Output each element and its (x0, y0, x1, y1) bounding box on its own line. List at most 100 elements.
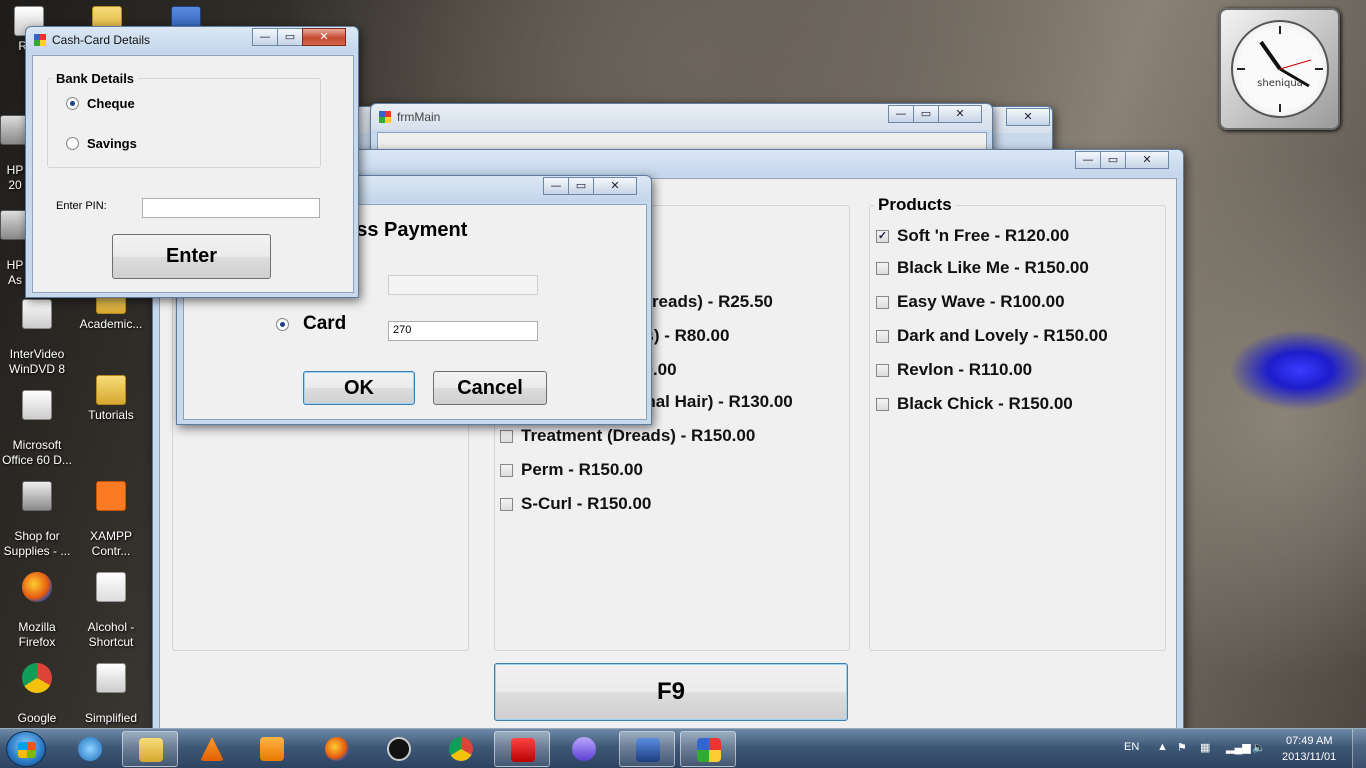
checkbox[interactable] (500, 497, 513, 511)
close-button[interactable]: ✕ (1006, 108, 1050, 126)
volume-icon[interactable]: 🔈 (1252, 741, 1266, 754)
desktop-icon-shop-supplies[interactable]: Shop for Supplies - ... (0, 466, 74, 559)
taskbar-visual-studio[interactable] (556, 731, 612, 767)
clock-hands-icon (1237, 26, 1323, 112)
minimize-button[interactable]: — (252, 28, 278, 46)
service-label: (Dreads) - R25.50 (634, 292, 773, 311)
taskbar-chrome[interactable] (433, 731, 489, 767)
word-doc-icon (96, 663, 126, 693)
cash-amount-field[interactable] (388, 275, 538, 295)
product-label: Soft 'n Free - R120.00 (897, 226, 1070, 245)
language-indicator[interactable]: EN (1124, 741, 1139, 753)
taskbar-vlc[interactable] (184, 731, 240, 767)
service-item-s-curl[interactable]: S-Curl - R150.00 (500, 494, 651, 514)
close-button[interactable]: ✕ (302, 28, 346, 46)
app-icon (697, 738, 721, 762)
desktop-icon-tutorials[interactable]: Tutorials (74, 375, 148, 423)
show-hidden-icons-button[interactable]: ▲ (1157, 741, 1168, 753)
service-label: rmal Hair) - R130.00 (634, 392, 793, 411)
minimize-button[interactable]: — (888, 105, 914, 123)
f9-button[interactable]: F9 (494, 663, 848, 721)
product-item-easy-wave[interactable]: Easy Wave - R100.00 (876, 292, 1065, 312)
radio-button[interactable] (66, 137, 79, 150)
checkbox-checked[interactable]: ✓ (876, 229, 889, 243)
show-desktop-button[interactable] (1352, 729, 1366, 768)
desktop-icon-label: Shop for Supplies - ... (3, 529, 71, 558)
savings-radio-option[interactable]: Savings (66, 136, 137, 151)
pin-input[interactable] (142, 198, 320, 218)
product-item-soft-n-free[interactable]: ✓ Soft 'n Free - R120.00 (876, 226, 1069, 246)
maximize-button[interactable]: ▭ (277, 28, 303, 46)
clock-time[interactable]: 07:49 AM (1286, 735, 1332, 747)
internet-explorer-icon (78, 737, 102, 761)
product-label: Easy Wave - R100.00 (897, 292, 1065, 311)
desktop-icon-alcohol[interactable]: Alcohol - Shortcut (74, 557, 148, 650)
taskbar-media-player[interactable] (244, 731, 300, 767)
radio-button-selected[interactable] (276, 317, 289, 331)
product-item-black-chick[interactable]: Black Chick - R150.00 (876, 394, 1073, 414)
taskbar-firefox[interactable] (309, 731, 365, 767)
cheque-radio-option[interactable]: Cheque (66, 96, 135, 111)
checkbox[interactable] (876, 261, 889, 275)
vlc-icon (200, 737, 224, 761)
folder-icon (96, 375, 126, 405)
product-item-black-like-me[interactable]: Black Like Me - R150.00 (876, 258, 1089, 278)
taskbar-hp[interactable] (371, 731, 427, 767)
signal-icon[interactable]: ▂▄▆ (1226, 741, 1251, 754)
taskbar-explorer[interactable] (122, 731, 178, 767)
card-radio-option[interactable]: Card (276, 313, 346, 335)
maximize-button[interactable]: ▭ (568, 177, 594, 195)
taskbar-ie[interactable] (62, 731, 118, 767)
products-title: Products (874, 195, 956, 215)
xampp-icon (96, 481, 126, 511)
close-button[interactable]: ✕ (938, 105, 982, 123)
desktop-icon-xampp[interactable]: XAMPP Contr... (74, 466, 148, 559)
service-item[interactable]: rmal Hair) - R130.00 (634, 392, 793, 412)
office-icon (22, 390, 52, 420)
desktop-icon-firefox[interactable]: Mozilla Firefox (0, 557, 74, 650)
close-button[interactable]: ✕ (1125, 151, 1169, 169)
desktop-icon-office[interactable]: Microsoft Office 60 D... (0, 375, 74, 468)
desktop-icon-label: InterVideo WinDVD 8 (8, 347, 65, 376)
service-item-treatment-dreads[interactable]: Treatment (Dreads) - R150.00 (500, 426, 755, 446)
cash-card-details-dialog[interactable]: Cash-Card Details — ▭ ✕ Bank Details Che… (25, 26, 359, 298)
maximize-button[interactable]: ▭ (913, 105, 939, 123)
checkbox[interactable] (876, 363, 889, 377)
network-icon[interactable]: ▦ (1200, 741, 1210, 754)
checkbox[interactable] (876, 397, 889, 411)
cash-card-client: Bank Details Cheque Savings Enter PIN: E… (32, 55, 354, 293)
product-item-revlon[interactable]: Revlon - R110.00 (876, 360, 1032, 380)
clock-gadget[interactable]: sheniqua (1219, 8, 1340, 130)
maximize-button[interactable]: ▭ (1100, 151, 1126, 169)
desktop-icon-label: HP 20 (6, 163, 24, 192)
folder-icon (139, 738, 163, 762)
taskbar-acrobat[interactable] (494, 731, 550, 767)
checkbox[interactable] (500, 463, 513, 477)
flag-icon[interactable]: ⚑ (1177, 741, 1187, 754)
product-item-dark-and-lovely[interactable]: Dark and Lovely - R150.00 (876, 326, 1108, 346)
clock-date[interactable]: 2013/11/01 (1282, 751, 1336, 763)
taskbar-word[interactable] (619, 731, 675, 767)
ok-button[interactable]: OK (303, 371, 415, 405)
checkbox[interactable] (876, 329, 889, 343)
frmmain-title: frmMain (397, 110, 441, 124)
minimize-button[interactable]: — (543, 177, 569, 195)
close-button[interactable]: ✕ (593, 177, 637, 195)
checkbox[interactable] (876, 295, 889, 309)
checkbox[interactable] (500, 429, 513, 443)
cancel-button[interactable]: Cancel (433, 371, 547, 405)
enter-button[interactable]: Enter (112, 234, 271, 279)
service-item[interactable]: (Dreads) - R25.50 (634, 292, 773, 312)
card-amount-field[interactable]: 270 (388, 321, 538, 341)
alcohol-icon (96, 572, 126, 602)
service-item-perm[interactable]: Perm - R150.00 (500, 460, 643, 480)
desktop-icon-label: Alcohol - Shortcut (87, 620, 135, 649)
chrome-icon (22, 663, 52, 693)
start-button[interactable] (6, 731, 46, 767)
radio-button-selected[interactable] (66, 97, 79, 110)
chrome-icon (449, 737, 473, 761)
taskbar-winforms-app[interactable] (680, 731, 736, 767)
firefox-icon (22, 572, 52, 602)
app-icon (379, 111, 391, 123)
minimize-button[interactable]: — (1075, 151, 1101, 169)
